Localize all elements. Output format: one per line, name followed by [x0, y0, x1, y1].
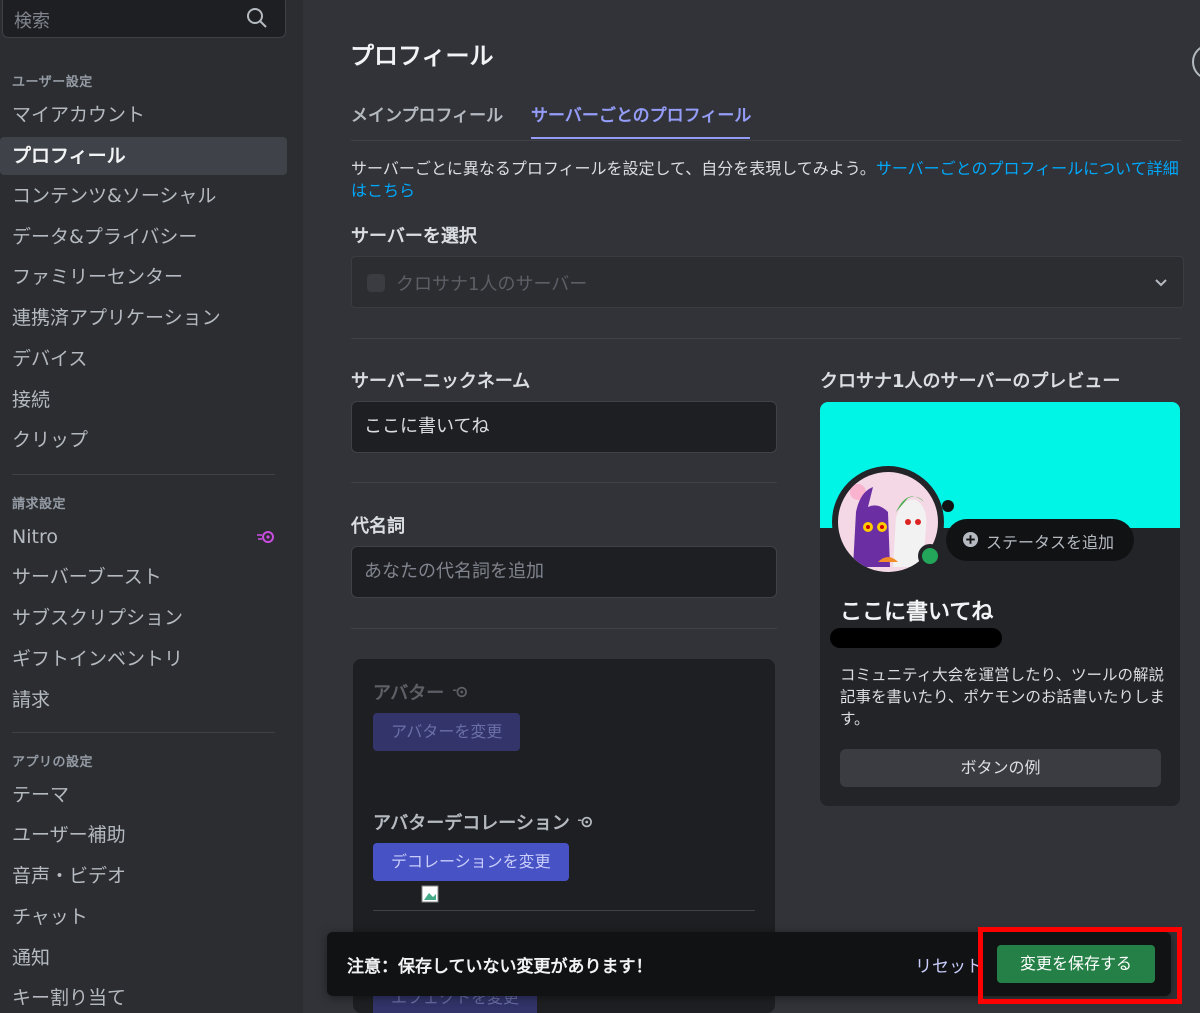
tabs-divider	[351, 140, 1181, 141]
search-input[interactable]: 検索	[2, 0, 286, 38]
online-status-icon	[918, 544, 942, 568]
sidebar-item-profile[interactable]: プロフィール	[0, 137, 287, 175]
highlight-annotation	[978, 927, 1182, 1004]
settings-content: プロフィール メインプロフィール サーバーごとのプロフィール サーバーごとに異な…	[303, 0, 1200, 1013]
server-profile-description: サーバーごとに異なるプロフィールを設定して、自分を表現してみよう。サーバーごとの…	[351, 158, 1183, 202]
sidebar-item-content-social[interactable]: コンテンツ&ソーシャル	[0, 177, 287, 215]
tab-main-profile[interactable]: メインプロフィール	[351, 101, 503, 126]
server-select-label: サーバーを選択	[351, 226, 477, 247]
pronouns-label: 代名詞	[351, 516, 405, 537]
nitro-icon	[452, 686, 467, 698]
active-tab-indicator	[531, 137, 750, 139]
section-divider	[351, 338, 1181, 339]
decoration-label: アバターデコレーション	[373, 809, 594, 835]
sidebar-item-data-privacy[interactable]: データ&プライバシー	[0, 218, 287, 256]
page-title: プロフィール	[350, 42, 494, 70]
close-button[interactable]	[1192, 44, 1200, 80]
sidebar-item-gift-inventory[interactable]: ギフトインベントリ	[0, 640, 287, 678]
server-select[interactable]: クロサナ1人のサーバー	[351, 256, 1184, 308]
example-button[interactable]: ボタンの例	[840, 749, 1161, 787]
add-status-label: ステータスを追加	[986, 533, 1115, 552]
section-divider	[373, 910, 755, 911]
sidebar-item-devices[interactable]: デバイス	[0, 340, 287, 378]
nickname-label: サーバーニックネーム	[351, 371, 531, 392]
sidebar-item-accessibility[interactable]: ユーザー補助	[0, 816, 287, 854]
server-icon	[367, 274, 385, 292]
sidebar-item-my-account[interactable]: マイアカウント	[0, 96, 287, 134]
sidebar-item-family-center[interactable]: ファミリーセンター	[0, 258, 287, 296]
section-divider	[351, 628, 777, 629]
sidebar-item-voice-video[interactable]: 音声・ビデオ	[0, 857, 287, 895]
display-name: ここに書いてね	[840, 600, 994, 625]
section-divider	[351, 482, 777, 483]
section-header-user: ユーザー設定	[12, 75, 93, 90]
sidebar-item-authorized-apps[interactable]: 連携済アプリケーション	[0, 299, 287, 337]
sidebar-divider	[12, 474, 275, 475]
sidebar-item-label: Nitro	[12, 526, 58, 548]
sidebar-item-chat[interactable]: チャット	[0, 898, 287, 936]
section-header-billing: 請求設定	[12, 497, 67, 512]
server-select-value: クロサナ1人のサーバー	[396, 274, 588, 295]
avatar-label-text: アバター	[373, 683, 445, 704]
sidebar-item-subscriptions[interactable]: サブスクリプション	[0, 599, 287, 637]
avatar	[832, 466, 944, 578]
about-me-text: コミュニティ大会を運営したり、ツールの解説記事を書いたり、ポケモンのお話書いたり…	[840, 666, 1165, 728]
broken-image-icon	[421, 885, 439, 903]
profile-preview-card: ステータスを追加 ここに書いてね コミュニティ大会を運営したり、ツールの解説記事…	[820, 402, 1180, 806]
sidebar-item-nitro[interactable]: Nitro	[0, 518, 287, 556]
preview-title: クロサナ1人のサーバーのプレビュー	[820, 371, 1121, 392]
tab-server-profiles[interactable]: サーバーごとのプロフィール	[531, 101, 751, 126]
sidebar-divider	[12, 732, 275, 733]
change-avatar-button[interactable]: アバターを変更	[373, 713, 521, 751]
nickname-input[interactable]: ここに書いてね	[351, 401, 777, 453]
sidebar-item-connections[interactable]: 接続	[0, 381, 287, 419]
sidebar-item-server-boost[interactable]: サーバーブースト	[0, 558, 287, 596]
sidebar-item-notifications[interactable]: 通知	[0, 939, 287, 977]
description-text: サーバーごとに異なるプロフィールを設定して、自分を表現してみよう。	[351, 159, 876, 178]
sidebar-item-clips[interactable]: クリップ	[0, 421, 287, 459]
avatar-label: アバター	[373, 679, 469, 705]
status-bubble-dot	[942, 500, 954, 512]
nitro-icon	[578, 816, 593, 828]
decoration-label-text: アバターデコレーション	[373, 813, 570, 834]
search-icon	[247, 8, 267, 28]
sidebar-item-theme[interactable]: テーマ	[0, 776, 287, 814]
chevron-down-icon	[1155, 279, 1167, 287]
sidebar-item-keybinds[interactable]: キー割り当て	[0, 979, 287, 1013]
search-placeholder: 検索	[14, 11, 50, 32]
change-decoration-button[interactable]: デコレーションを変更	[373, 843, 569, 881]
plus-circle-icon	[962, 531, 979, 548]
settings-sidebar: 検索 ユーザー設定 マイアカウント プロフィール コンテンツ&ソーシャル データ…	[0, 0, 303, 1013]
unsaved-message: 注意：保存していない変更があります！	[347, 957, 653, 977]
sidebar-item-billing[interactable]: 請求	[0, 681, 287, 719]
add-status-button[interactable]: ステータスを追加	[946, 519, 1134, 561]
reset-button[interactable]: リセット	[915, 952, 983, 977]
pronouns-input[interactable]: あなたの代名詞を追加	[351, 546, 777, 598]
nitro-icon	[257, 531, 274, 543]
section-header-app: アプリの設定	[12, 755, 94, 770]
redacted-username	[830, 628, 1002, 648]
